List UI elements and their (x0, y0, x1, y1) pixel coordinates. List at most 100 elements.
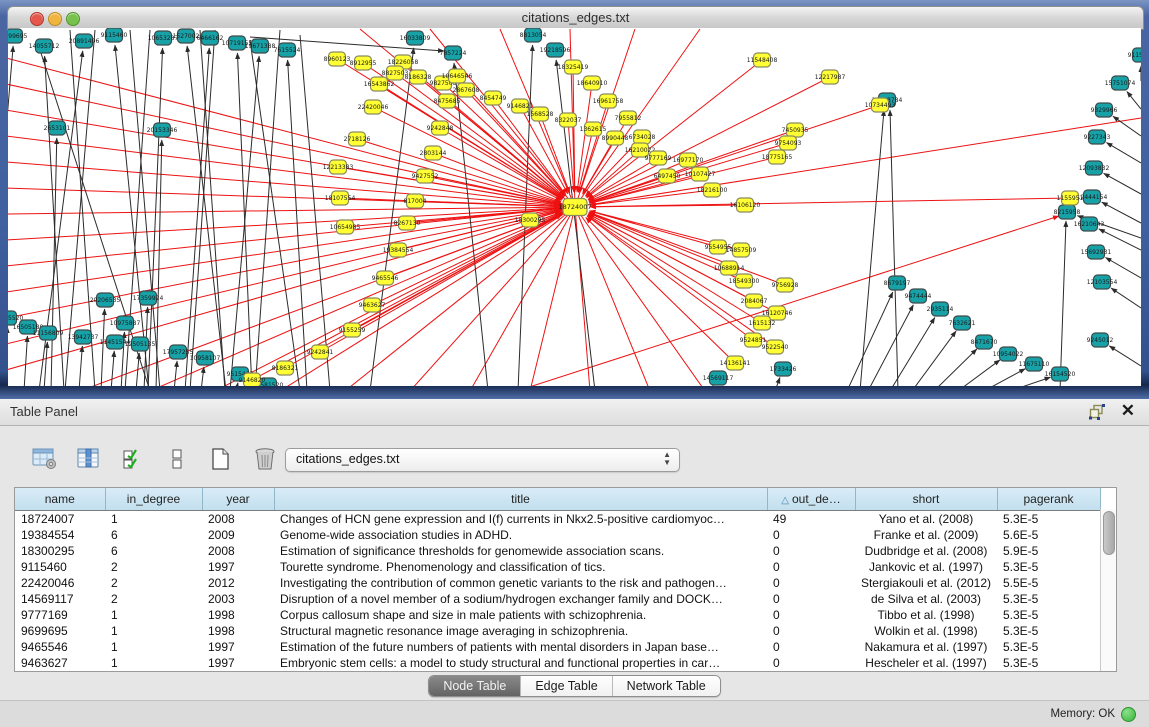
table-row[interactable]: 969969511998Structural magnetic resonanc… (15, 623, 1100, 639)
network-node[interactable]: 11548408 (747, 53, 778, 67)
cell-out_de[interactable]: 49 (767, 511, 855, 528)
network-node[interactable]: 8471670 (971, 335, 998, 349)
cell-out_de[interactable]: 0 (767, 543, 855, 559)
cell-short[interactable]: de Silva et al. (2003) (855, 591, 997, 607)
network-node[interactable]: 8912955 (350, 56, 377, 70)
cell-year[interactable]: 1997 (202, 655, 274, 671)
citation-edge-black[interactable] (556, 60, 595, 386)
network-node[interactable]: 8679197 (884, 276, 911, 290)
column-header-short[interactable]: short (855, 488, 997, 511)
citation-edge-black[interactable] (200, 30, 225, 386)
citation-edge-black[interactable] (230, 56, 259, 386)
network-node[interactable]: 18724007 (558, 199, 591, 216)
new-table-icon[interactable] (206, 444, 236, 474)
network-node[interactable]: 8813054 (520, 28, 547, 42)
citation-edge-black[interactable] (1106, 143, 1141, 163)
delete-column-icon[interactable] (250, 444, 280, 474)
cell-out_de[interactable]: 0 (767, 527, 855, 543)
network-node[interactable]: 8454749 (480, 91, 507, 105)
network-node[interactable]: 19218596 (540, 43, 571, 57)
citation-edge-red[interactable] (8, 136, 575, 207)
column-header-out_de[interactable]: △out_de… (767, 488, 855, 511)
cell-short[interactable]: Tibbo et al. (1998) (855, 607, 997, 623)
network-node[interactable]: 9115461 (1128, 48, 1141, 62)
cell-in_degree[interactable]: 6 (105, 543, 202, 559)
citation-edge-black[interactable] (174, 361, 177, 386)
network-node[interactable]: 9245012 (1087, 333, 1114, 347)
close-panel-icon[interactable]: ✕ (1121, 401, 1135, 421)
network-node[interactable]: 16154520 (1045, 367, 1076, 381)
column-header-year[interactable]: year (202, 488, 274, 511)
cell-pagerank[interactable]: 5.3E-5 (997, 655, 1100, 671)
cell-out_de[interactable]: 0 (767, 623, 855, 639)
table-row[interactable]: 977716911998Corpus callosum shape and si… (15, 607, 1100, 623)
scrollbar-thumb[interactable] (1103, 511, 1115, 555)
cell-out_de[interactable]: 0 (767, 607, 855, 623)
citation-edge-red[interactable] (410, 207, 575, 386)
citation-edge-black[interactable] (1109, 346, 1141, 366)
network-node[interactable]: 18775165 (762, 150, 793, 164)
network-node[interactable]: 18107554 (325, 191, 356, 205)
cell-pagerank[interactable]: 5.3E-5 (997, 591, 1100, 607)
table-row[interactable]: 1872400712008Changes of HCN gene express… (15, 511, 1100, 528)
cell-name[interactable]: 9463627 (15, 655, 105, 671)
vertical-scrollbar[interactable] (1100, 509, 1116, 671)
cell-year[interactable]: 2008 (202, 511, 274, 528)
memory-status-indicator-icon[interactable] (1121, 707, 1136, 722)
cell-short[interactable]: Yano et al. (2008) (855, 511, 997, 528)
citation-edge-red[interactable] (530, 207, 575, 386)
network-node[interactable]: 8322037 (555, 113, 582, 127)
citation-edge-red[interactable] (590, 190, 712, 205)
cell-title[interactable]: Estimation of significance thresholds fo… (274, 543, 767, 559)
table-row[interactable]: 1938455462009Genome-wide association stu… (15, 527, 1100, 543)
cell-year[interactable]: 1998 (202, 623, 274, 639)
cell-pagerank[interactable]: 5.3E-5 (997, 623, 1100, 639)
network-node[interactable]: 12213383 (323, 160, 354, 174)
cell-title[interactable]: Investigating the contribution of common… (274, 575, 767, 591)
network-node[interactable]: 13942737 (68, 330, 99, 344)
cell-in_degree[interactable]: 6 (105, 527, 202, 543)
citation-edge-red[interactable] (8, 207, 575, 370)
network-node[interactable]: 8990448 (602, 131, 629, 145)
citation-edge-red[interactable] (520, 216, 1059, 386)
citation-edge-red[interactable] (575, 207, 705, 386)
citation-edge-black[interactable] (111, 351, 114, 386)
cell-name[interactable]: 22420046 (15, 575, 105, 591)
network-node[interactable]: 7857224 (440, 46, 467, 60)
cell-name[interactable]: 9465546 (15, 639, 105, 655)
network-node[interactable]: 7632621 (949, 316, 976, 330)
cell-name[interactable]: 19384554 (15, 527, 105, 543)
cell-title[interactable]: Tourette syndrome. Phenomenology and cla… (274, 559, 767, 575)
citation-edge-red[interactable] (345, 207, 575, 386)
column-header-pagerank[interactable]: pagerank (997, 488, 1100, 511)
citation-edge-black[interactable] (1113, 116, 1141, 136)
column-header-in_degree[interactable]: in_degree (105, 488, 202, 511)
cell-name[interactable]: 18724007 (15, 511, 105, 528)
network-node[interactable]: 7955812 (615, 111, 642, 125)
cell-pagerank[interactable]: 5.3E-5 (997, 639, 1100, 655)
network-node[interactable]: 15751074 (1105, 76, 1136, 90)
table-settings-icon[interactable] (30, 444, 60, 474)
citation-edge-black[interactable] (958, 360, 1000, 386)
cell-short[interactable]: Hescheler et al. (1997) (855, 655, 997, 671)
select-columns-icon[interactable] (118, 444, 148, 474)
network-node[interactable]: 14136141 (720, 356, 751, 370)
cell-name[interactable]: 9777169 (15, 607, 105, 623)
network-node[interactable]: 8267130 (394, 216, 421, 230)
cell-year[interactable]: 1998 (202, 607, 274, 623)
citation-edge-black[interactable] (860, 110, 884, 386)
citation-edge-black[interactable] (190, 30, 215, 386)
cell-out_de[interactable]: 0 (767, 575, 855, 591)
cell-title[interactable]: Structural magnetic resonance image aver… (274, 623, 767, 639)
cell-title[interactable]: Estimation of the future numbers of pati… (274, 639, 767, 655)
row-height-icon[interactable] (162, 444, 192, 474)
tab-node-table[interactable]: Node Table (429, 676, 521, 696)
cell-short[interactable]: Dudbridge et al. (2008) (855, 543, 997, 559)
citation-edge-black[interactable] (1102, 202, 1141, 223)
table-selector-combobox[interactable]: citations_edges.txt ▲▼ (285, 448, 680, 472)
cell-pagerank[interactable]: 5.3E-5 (997, 511, 1100, 528)
cell-short[interactable]: Stergiakouli et al. (2012) (855, 575, 997, 591)
cell-out_de[interactable]: 0 (767, 591, 855, 607)
citation-edge-red[interactable] (590, 198, 1070, 207)
network-node[interactable]: 18325419 (558, 60, 589, 74)
